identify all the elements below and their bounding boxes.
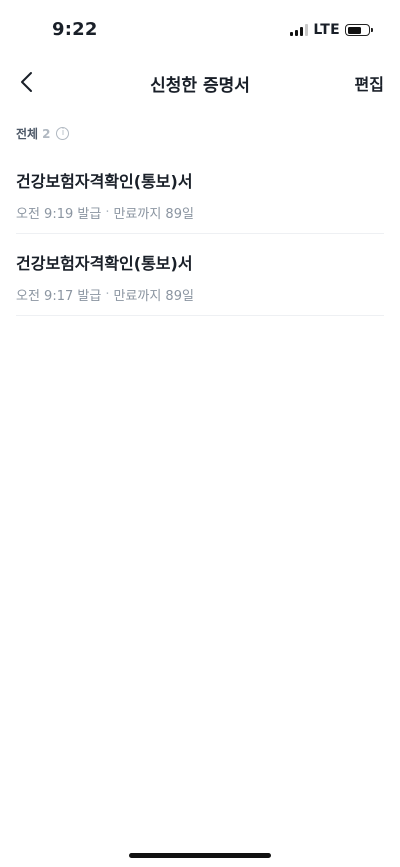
separator: · [105,205,110,220]
certificate-meta: 오전 9:19 발급 · 만료까지 89일 [16,203,384,222]
certificate-meta: 오전 9:17 발급 · 만료까지 89일 [16,285,384,304]
status-time: 9:22 [52,19,98,40]
expiry-text: 만료까지 89일 [113,289,194,304]
signal-icon [290,24,309,36]
status-bar: 9:22 LTE [0,0,400,60]
certificate-list: 건강보험자격확인(통보)서 오전 9:19 발급 · 만료까지 89일 건강보험… [16,152,384,316]
list-item[interactable]: 건강보험자격확인(통보)서 오전 9:19 발급 · 만료까지 89일 [16,152,384,234]
page-title: 신청한 증명서 [150,76,250,96]
issued-time: 오전 9:17 발급 [16,289,102,304]
list-item[interactable]: 건강보험자격확인(통보)서 오전 9:17 발급 · 만료까지 89일 [16,234,384,316]
separator: · [105,287,110,302]
certificate-title: 건강보험자격확인(통보)서 [16,172,193,191]
status-indicators: LTE [290,22,373,38]
summary-count: 2 [42,126,51,141]
network-label: LTE [313,22,340,38]
issued-time: 오전 9:19 발급 [16,207,102,222]
edit-button[interactable]: 편집 [355,71,384,95]
certificate-title: 건강보험자격확인(통보)서 [16,254,193,273]
summary-label: 전체 [16,127,39,141]
info-icon[interactable]: i [56,127,70,140]
navigation-bar: 신청한 증명서 편집 [0,60,400,104]
battery-icon [345,24,373,36]
list-summary: 전체 2 i [16,125,70,142]
home-indicator[interactable] [129,853,271,858]
expiry-text: 만료까지 89일 [113,207,194,222]
